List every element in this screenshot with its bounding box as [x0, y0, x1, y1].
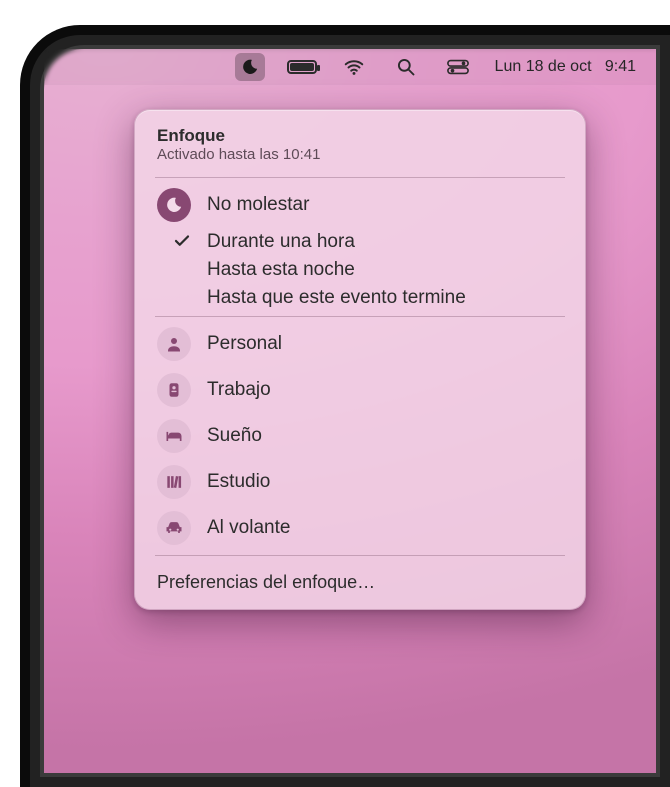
focus-duration-label: Hasta esta noche	[207, 259, 355, 281]
focus-duration-option[interactable]: Durante una hora	[135, 228, 585, 256]
person-icon	[157, 327, 191, 361]
focus-duration-option[interactable]: Hasta esta noche	[135, 256, 585, 284]
divider	[155, 555, 565, 556]
focus-mode-label: Personal	[207, 333, 282, 355]
focus-mode-label: Sueño	[207, 425, 262, 447]
focus-preferences-label: Preferencias del enfoque…	[157, 572, 375, 592]
focus-mode-label: Al volante	[207, 517, 290, 539]
focus-panel: Enfoque Activado hasta las 10:41 No mole…	[134, 109, 586, 610]
menubar-time: 9:41	[605, 58, 636, 75]
checkmark-icon	[173, 232, 191, 250]
focus-mode-label: No molestar	[207, 194, 309, 216]
moon-icon	[157, 188, 191, 222]
focus-mode-label: Estudio	[207, 471, 270, 493]
car-icon	[157, 511, 191, 545]
divider	[155, 177, 565, 178]
badge-icon	[157, 373, 191, 407]
focus-mode-work[interactable]: Trabajo	[135, 367, 585, 413]
menubar-date: Lun 18 de oct	[495, 58, 592, 75]
panel-title: Enfoque	[135, 120, 585, 146]
spotlight-icon[interactable]	[391, 53, 421, 81]
focus-duration-label: Durante una hora	[207, 231, 355, 253]
desktop: Lun 18 de oct 9:41 Enfoque Activado hast…	[44, 49, 656, 773]
focus-mode-sleep[interactable]: Sueño	[135, 413, 585, 459]
focus-menubar-icon[interactable]	[235, 53, 265, 81]
focus-mode-personal[interactable]: Personal	[135, 321, 585, 367]
device-bezel-inner: Lun 18 de oct 9:41 Enfoque Activado hast…	[40, 45, 660, 777]
battery-icon[interactable]	[287, 53, 317, 81]
control-center-icon[interactable]	[443, 53, 473, 81]
focus-mode-study[interactable]: Estudio	[135, 459, 585, 505]
focus-mode-driving[interactable]: Al volante	[135, 505, 585, 551]
wifi-icon[interactable]	[339, 53, 369, 81]
device-bezel: Lun 18 de oct 9:41 Enfoque Activado hast…	[20, 25, 670, 787]
focus-preferences-link[interactable]: Preferencias del enfoque…	[135, 560, 585, 603]
menu-bar: Lun 18 de oct 9:41	[44, 49, 656, 85]
focus-mode-do-not-disturb[interactable]: No molestar	[135, 182, 585, 228]
focus-duration-option[interactable]: Hasta que este evento termine	[135, 284, 585, 312]
divider	[155, 316, 565, 317]
focus-mode-label: Trabajo	[207, 379, 271, 401]
panel-subtitle: Activado hasta las 10:41	[135, 146, 585, 173]
bed-icon	[157, 419, 191, 453]
focus-duration-label: Hasta que este evento termine	[207, 287, 466, 309]
books-icon	[157, 465, 191, 499]
menubar-clock[interactable]: Lun 18 de oct 9:41	[495, 58, 636, 76]
